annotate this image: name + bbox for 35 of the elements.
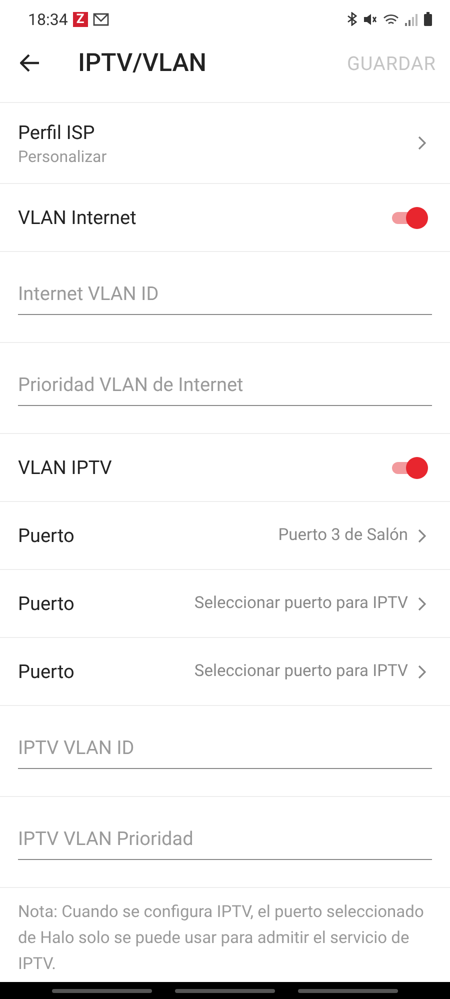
settings-row[interactable]: Puerto Puerto 3 de Salón <box>0 502 450 570</box>
input-field[interactable]: IPTV VLAN Prioridad <box>18 827 432 860</box>
mute-icon <box>363 12 377 26</box>
row-value: Puerto 3 de Salón <box>278 526 408 545</box>
input-field[interactable]: IPTV VLAN ID <box>18 736 432 769</box>
row-label: Puerto <box>18 524 76 547</box>
row-sublabel: Personalizar <box>18 146 108 166</box>
chevron-right-icon <box>418 528 426 542</box>
mail-icon <box>92 12 109 26</box>
row-label: VLAN Internet <box>18 206 136 229</box>
signal-icon <box>405 12 418 26</box>
settings-row[interactable]: Puerto Seleccionar puerto para IPTV <box>0 570 450 638</box>
input-field[interactable]: Prioridad VLAN de Internet <box>18 373 432 406</box>
page-title: IPTV/VLAN <box>78 48 208 78</box>
note-text: Nota: Cuando se configura IPTV, el puerto seleccionado de Halo solo se puede usar para admitir el servicio de IPTV. <box>17 902 425 976</box>
battery-icon <box>424 12 432 26</box>
row-label: Puerto <box>18 592 76 615</box>
row-label: Puerto <box>18 660 76 683</box>
settings-row[interactable]: Puerto Seleccionar puerto para IPTV <box>0 638 450 706</box>
app-badge: Z <box>72 12 88 26</box>
row-label: VLAN IPTV <box>18 456 112 479</box>
row-value: Seleccionar puerto para IPTV <box>194 662 408 681</box>
chevron-right-icon <box>418 136 426 150</box>
chevron-right-icon <box>418 596 426 610</box>
wifi-icon <box>383 12 399 26</box>
settings-row[interactable]: Perfil ISP Personalizar <box>0 103 450 184</box>
bluetooth-icon <box>347 12 357 26</box>
status-time: 18:34 <box>28 10 68 28</box>
back-arrow-icon[interactable] <box>20 54 40 72</box>
chevron-right-icon <box>418 664 426 678</box>
input-field[interactable]: Internet VLAN ID <box>18 282 432 315</box>
row-value: Seleccionar puerto para IPTV <box>194 594 408 613</box>
toggle-switch[interactable] <box>392 456 426 478</box>
toggle-switch[interactable] <box>392 206 426 228</box>
row-label: Perfil ISP <box>18 120 96 144</box>
